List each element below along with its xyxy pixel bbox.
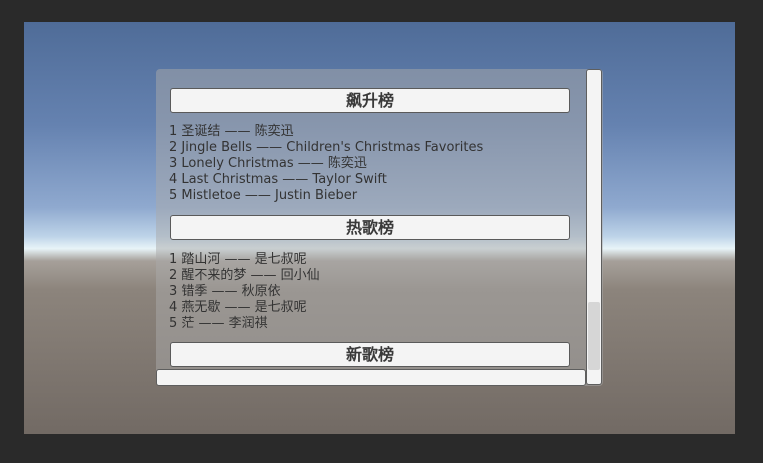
list-item[interactable]: 2 Jingle Bells —— Children's Christmas F… [169,140,483,156]
game-viewport: 飙升榜 1 圣诞结 —— 陈奕迅 2 Jingle Bells —— Child… [24,22,735,434]
list-item[interactable]: 4 Last Christmas —— Taylor Swift [169,172,483,188]
list-item[interactable]: 5 Mistletoe —— Justin Bieber [169,188,483,204]
list-item[interactable]: 1 圣诞结 —— 陈奕迅 [169,124,483,140]
section-header-soaring[interactable]: 飙升榜 [170,88,570,113]
list-item[interactable]: 4 燕无歇 —— 是七叔呢 [169,300,320,316]
vertical-scrollbar-handle[interactable] [588,302,600,370]
horizontal-scrollbar[interactable] [156,369,586,386]
list-item[interactable]: 3 Lonely Christmas —— 陈奕迅 [169,156,483,172]
list-item[interactable]: 1 踏山河 —— 是七叔呢 [169,252,320,268]
list-item[interactable]: 2 醒不来的梦 —— 回小仙 [169,268,320,284]
scroll-content: 飙升榜 1 圣诞结 —— 陈奕迅 2 Jingle Bells —— Child… [156,69,586,369]
chart-scroll-panel[interactable]: 飙升榜 1 圣诞结 —— 陈奕迅 2 Jingle Bells —— Child… [156,69,603,386]
list-item[interactable]: 5 茫 —— 李润祺 [169,316,320,332]
list-item[interactable]: 3 错季 —— 秋原依 [169,284,320,300]
vertical-scrollbar[interactable] [586,69,602,385]
list-hot: 1 踏山河 —— 是七叔呢 2 醒不来的梦 —— 回小仙 3 错季 —— 秋原依… [169,252,320,332]
section-header-new[interactable]: 新歌榜 [170,342,570,367]
section-header-hot[interactable]: 热歌榜 [170,215,570,240]
list-soaring: 1 圣诞结 —— 陈奕迅 2 Jingle Bells —— Children'… [169,124,483,204]
